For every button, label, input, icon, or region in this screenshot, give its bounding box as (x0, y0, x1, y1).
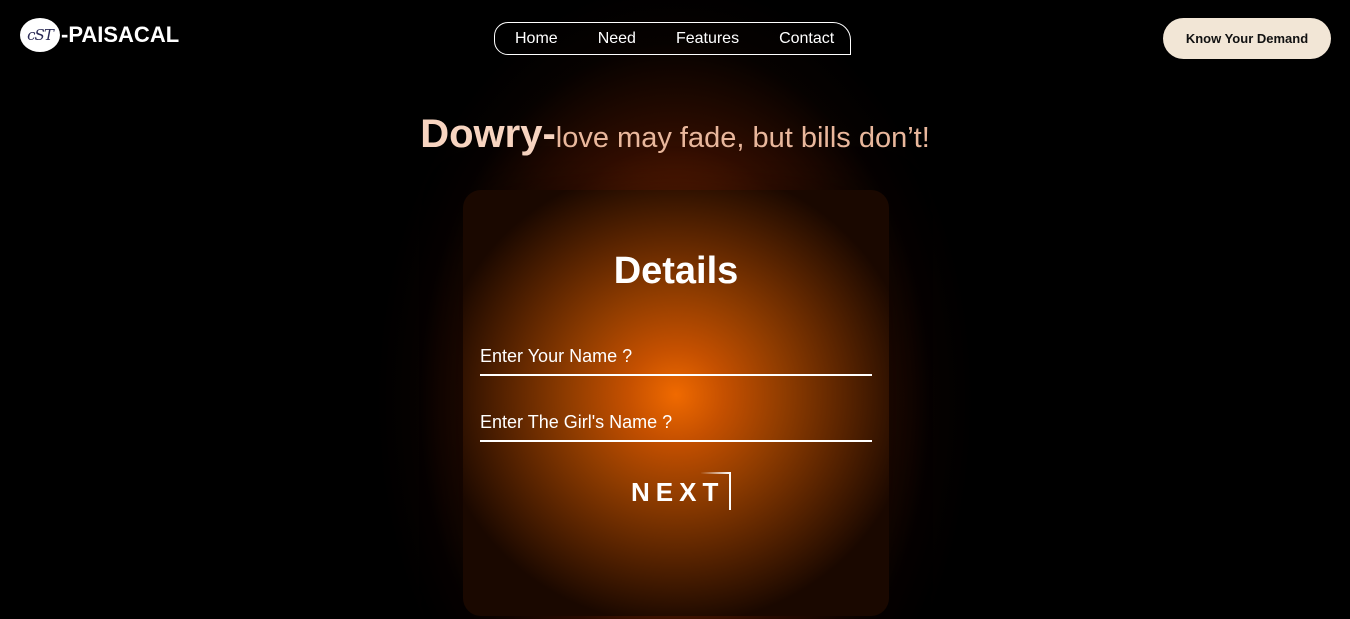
nav-item-home[interactable]: Home (515, 30, 558, 48)
your-name-input[interactable] (480, 338, 872, 374)
girl-name-input[interactable] (480, 404, 872, 440)
know-your-demand-button[interactable]: Know Your Demand (1163, 18, 1331, 59)
headline-strong: Dowry- (420, 112, 556, 156)
girl-name-field (480, 404, 872, 442)
headline-tagline: love may fade, but bills don’t! (555, 122, 930, 154)
hero-headline: Dowry-love may fade, but bills don’t! (0, 112, 1350, 157)
nav-item-need[interactable]: Need (598, 30, 636, 48)
your-name-field (480, 338, 872, 376)
main-nav: Home Need Features Contact (494, 22, 851, 55)
details-card: Details NEXT (463, 190, 889, 616)
page: cST -PAISACAL Home Need Features Contact… (0, 0, 1350, 619)
brand-name: -PAISACAL (61, 22, 180, 47)
nav-item-contact[interactable]: Contact (779, 30, 834, 48)
nav-item-features[interactable]: Features (676, 30, 739, 48)
details-title: Details (613, 250, 739, 292)
next-button-accent (701, 472, 731, 510)
logo-mark-icon: cST (20, 18, 60, 52)
brand-logo[interactable]: cST -PAISACAL (20, 18, 179, 52)
